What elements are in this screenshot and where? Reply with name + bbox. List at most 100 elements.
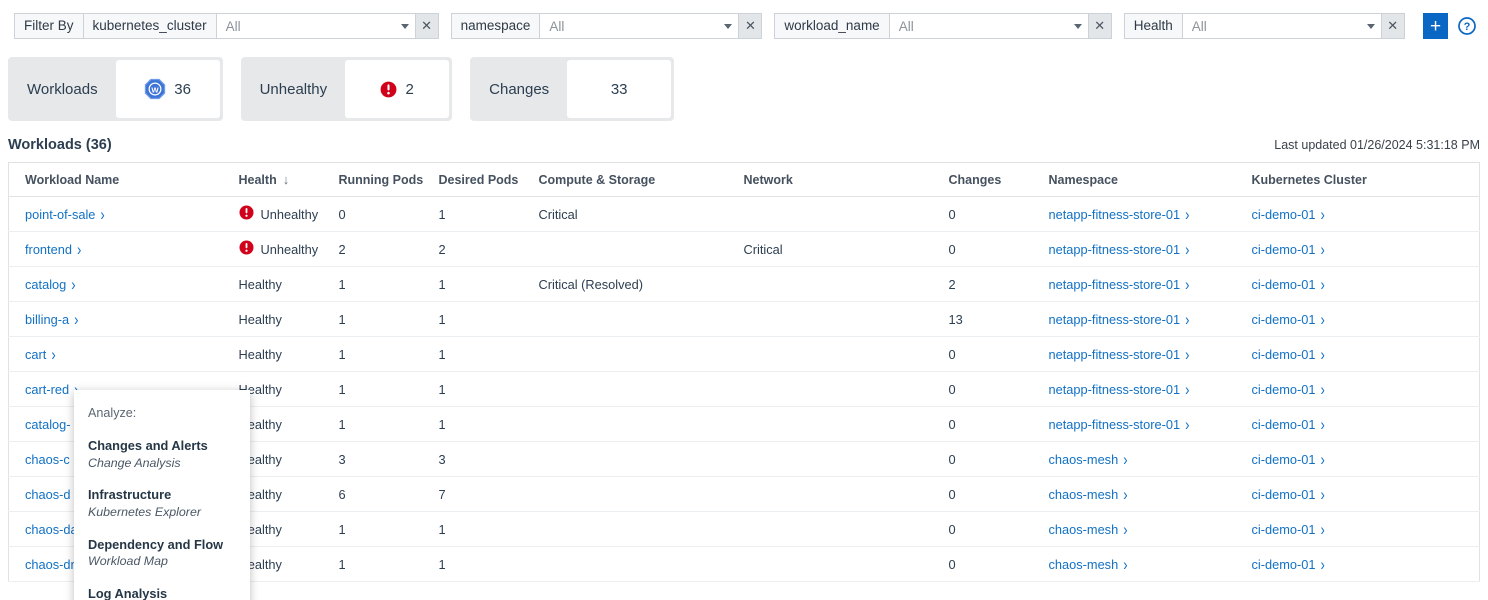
kpi-value-box-workloads: W 36 [116,60,220,118]
kubernetes-cluster-link[interactable]: ci-demo-01› [1252,452,1325,467]
cell-network: Critical [744,232,949,267]
namespace-text: netapp-fitness-store-01 [1049,417,1181,432]
chevron-right-icon: › [74,310,78,329]
kpi-card-workloads[interactable]: Workloads W 36 [8,57,223,121]
kubernetes-cluster-link[interactable]: ci-demo-01› [1252,487,1325,502]
namespace-text: chaos-mesh [1049,557,1119,572]
namespace-link[interactable]: netapp-fitness-store-01› [1049,277,1190,292]
namespace-link[interactable]: netapp-fitness-store-01› [1049,312,1190,327]
filter-clear-workload-name[interactable]: ✕ [1089,13,1112,39]
cell-namespace: chaos-mesh› [1049,477,1252,512]
cell-kubernetes-cluster: ci-demo-01› [1252,512,1480,547]
help-icon[interactable]: ? [1454,13,1480,39]
workload-name-link[interactable]: billing-a› [25,312,78,327]
cell-namespace: chaos-mesh› [1049,512,1252,547]
analyze-menu-item-changes-and-alerts[interactable]: Changes and Alerts Change Analysis [74,438,250,471]
kubernetes-cluster-link[interactable]: ci-demo-01› [1252,312,1325,327]
cell-desired-pods: 3 [439,442,539,477]
filter-key-namespace[interactable]: namespace [451,13,540,39]
filter-group-namespace: namespace All ✕ [451,13,775,39]
menu-item-subtitle: Change Analysis [88,455,250,471]
workload-name-link[interactable]: chaos-c› [25,452,79,467]
column-header-health[interactable]: Health↓ [239,163,339,197]
workload-name-link[interactable]: point-of-sale› [25,207,105,222]
kubernetes-cluster-link[interactable]: ci-demo-01› [1252,557,1325,572]
namespace-link[interactable]: netapp-fitness-store-01› [1049,417,1190,432]
cell-running-pods: 3 [339,442,439,477]
kpi-card-unhealthy[interactable]: Unhealthy 2 [241,57,453,121]
filter-clear-kubernetes-cluster[interactable]: ✕ [416,13,439,39]
workload-name-link[interactable]: chaos-d› [25,487,80,502]
column-header-desired-pods[interactable]: Desired Pods [439,163,539,197]
table-row[interactable]: catalog›Healthy11Critical (Resolved)2net… [9,267,1480,302]
cell-kubernetes-cluster: ci-demo-01› [1252,302,1480,337]
cell-network [744,547,949,582]
filter-key-kubernetes-cluster[interactable]: kubernetes_cluster [83,13,216,39]
column-header-workload-name[interactable]: Workload Name [9,163,239,197]
filter-value-namespace: All [549,19,564,34]
kubernetes-cluster-link[interactable]: ci-demo-01› [1252,277,1325,292]
workload-name-link[interactable]: catalog-› [25,417,80,432]
cell-running-pods: 1 [339,372,439,407]
workload-name-text: chaos-d [25,487,71,502]
analyze-menu-item-dependency-and-flow[interactable]: Dependency and Flow Workload Map [74,537,250,570]
namespace-link[interactable]: chaos-mesh› [1049,452,1128,467]
chevron-right-icon: › [1321,520,1325,539]
column-header-namespace[interactable]: Namespace [1049,163,1252,197]
analyze-menu-item-log-analysis[interactable]: Log Analysis Event Logs [74,586,250,600]
kubernetes-cluster-link[interactable]: ci-demo-01› [1252,382,1325,397]
namespace-text: netapp-fitness-store-01 [1049,277,1181,292]
column-header-kubernetes-cluster[interactable]: Kubernetes Cluster [1252,163,1480,197]
kubernetes-cluster-link[interactable]: ci-demo-01› [1252,522,1325,537]
chevron-right-icon: › [1185,240,1189,259]
workload-name-link[interactable]: catalog› [25,277,76,292]
chevron-right-icon: › [1123,555,1127,574]
namespace-link[interactable]: chaos-mesh› [1049,487,1128,502]
analyze-menu-item-infrastructure[interactable]: Infrastructure Kubernetes Explorer [74,487,250,520]
column-header-compute-storage[interactable]: Compute & Storage [539,163,744,197]
workload-name-link[interactable]: cart-red› [25,382,78,397]
kpi-card-changes[interactable]: Changes 33 [470,57,674,121]
chevron-right-icon: › [1321,240,1325,259]
cell-compute-storage: Critical [539,197,744,232]
column-header-network[interactable]: Network [744,163,949,197]
table-row[interactable]: frontend›Unhealthy22Critical0netapp-fitn… [9,232,1480,267]
alert-circle-icon [239,205,254,223]
kubernetes-cluster-text: ci-demo-01 [1252,347,1316,362]
filter-clear-namespace[interactable]: ✕ [739,13,762,39]
cell-namespace: netapp-fitness-store-01› [1049,302,1252,337]
menu-item-title: Changes and Alerts [88,438,250,455]
kubernetes-cluster-link[interactable]: ci-demo-01› [1252,207,1325,222]
namespace-link[interactable]: chaos-mesh › [1049,557,1128,572]
cell-changes: 0 [949,232,1049,267]
kubernetes-cluster-link[interactable]: ci-demo-01› [1252,347,1325,362]
namespace-link[interactable]: chaos-mesh› [1049,522,1128,537]
filter-select-namespace[interactable]: All [539,13,739,39]
kubernetes-cluster-link[interactable]: ci-demo-01› [1252,242,1325,257]
chevron-right-icon: › [1185,380,1189,399]
workload-name-link[interactable]: frontend› [25,242,81,257]
filter-key-health[interactable]: Health [1124,13,1182,39]
cell-changes: 2 [949,267,1049,302]
add-filter-button[interactable]: + [1423,13,1449,39]
table-row[interactable]: cart›Healthy110netapp-fitness-store-01›c… [9,337,1480,372]
workload-name-link[interactable]: cart› [25,347,56,362]
namespace-text: netapp-fitness-store-01 [1049,312,1181,327]
namespace-link[interactable]: netapp-fitness-store-01› [1049,207,1190,222]
column-header-changes[interactable]: Changes [949,163,1049,197]
namespace-link[interactable]: netapp-fitness-store-01› [1049,382,1190,397]
filter-key-workload-name[interactable]: workload_name [774,13,888,39]
table-row[interactable]: billing-a›Healthy1113netapp-fitness-stor… [9,302,1480,337]
filter-select-kubernetes-cluster[interactable]: All [216,13,416,39]
chevron-right-icon: › [1185,205,1189,224]
kubernetes-cluster-link[interactable]: ci-demo-01› [1252,417,1325,432]
filter-select-workload-name[interactable]: All [889,13,1089,39]
filter-select-health[interactable]: All [1182,13,1382,39]
column-header-running-pods[interactable]: Running Pods [339,163,439,197]
filter-clear-health[interactable]: ✕ [1382,13,1405,39]
table-row[interactable]: point-of-sale›Unhealthy01Critical0netapp… [9,197,1480,232]
kpi-value-box-changes: 33 [567,60,671,118]
namespace-link[interactable]: netapp-fitness-store-01› [1049,347,1190,362]
namespace-link[interactable]: netapp-fitness-store-01› [1049,242,1190,257]
workload-name-text: frontend [25,242,72,257]
